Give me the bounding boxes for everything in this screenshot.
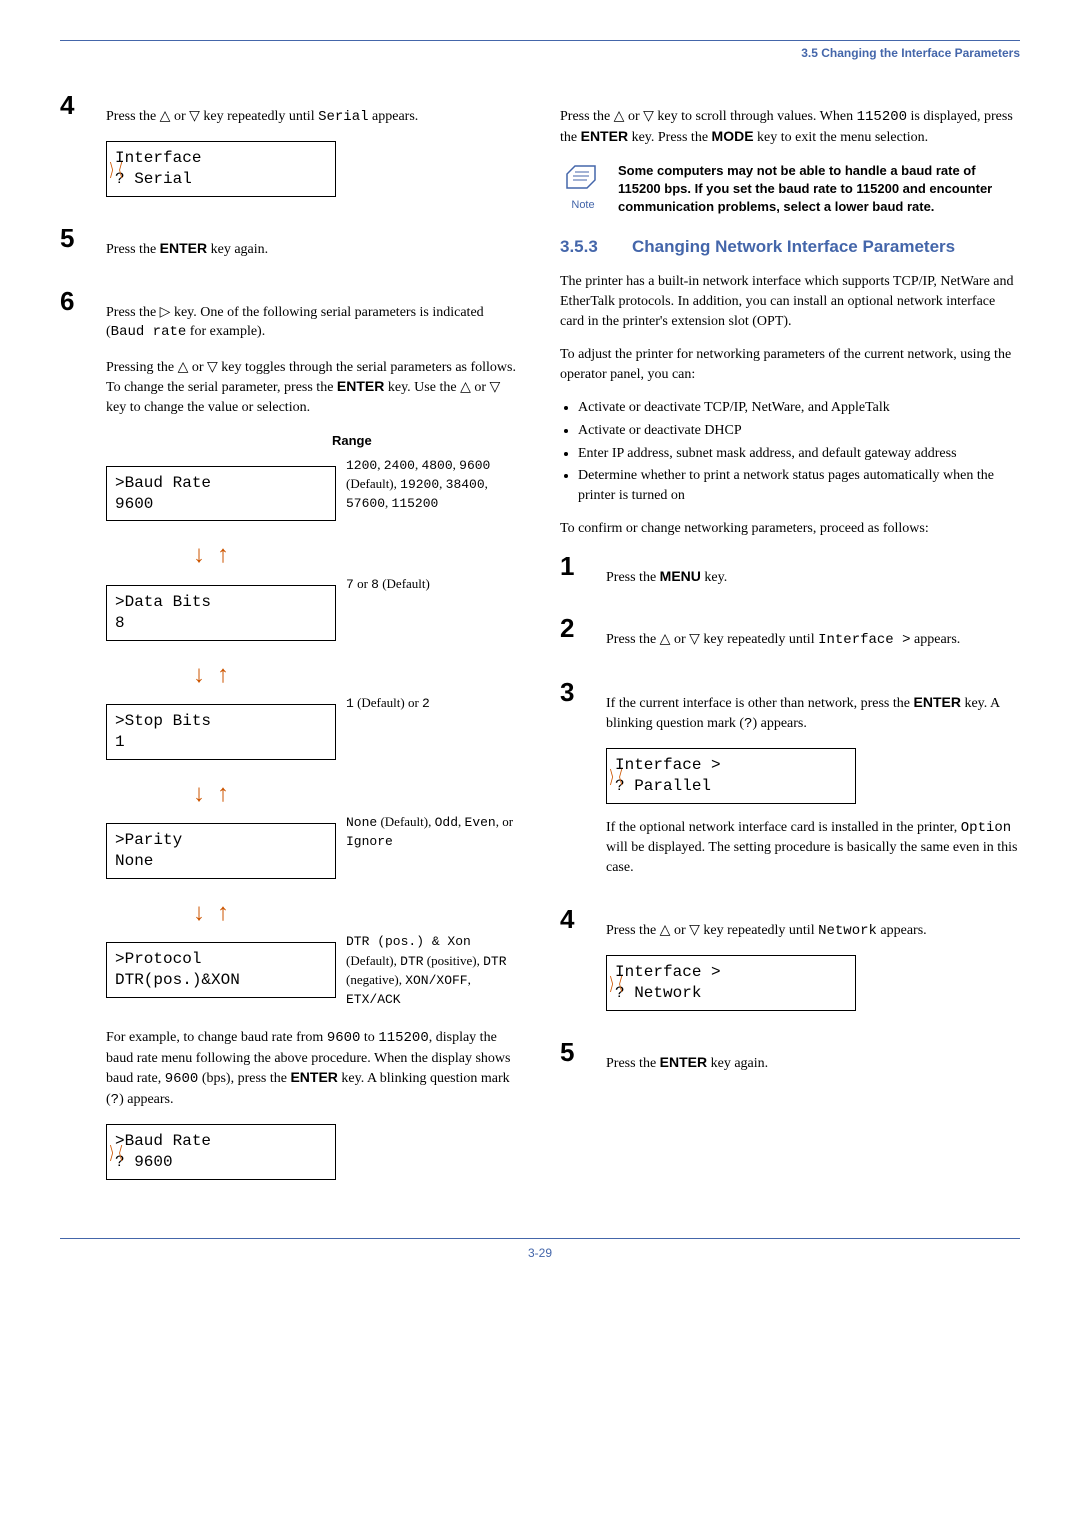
arrows-icon: ↓↑: [106, 659, 316, 693]
r-step3-para2: If the optional network interface card i…: [606, 818, 1020, 878]
arrows-icon: ↓↑: [106, 897, 316, 931]
range-stopbits: 1 (Default) or 2: [346, 694, 520, 713]
running-header: 3.5 Changing the Interface Parameters: [60, 45, 1020, 62]
step-number-5: 5: [560, 1039, 588, 1088]
right-para3: To adjust the printer for networking par…: [560, 345, 1020, 384]
right-para4: To confirm or change networking paramete…: [560, 519, 1020, 539]
baud-example-para: For example, to change baud rate from 96…: [106, 1028, 520, 1110]
right-triangle-icon: ▷: [160, 303, 171, 319]
note-label: Note: [571, 199, 594, 211]
lcd-interface-parallel: Interface > ? Parallel: [606, 748, 856, 804]
lcd-baud-blink: >Baud Rate ? 9600: [106, 1124, 336, 1180]
step-number-1: 1: [560, 553, 588, 602]
lcd-baud-rate: >Baud Rate 9600: [106, 466, 336, 522]
step6-text: Press the ▷ key. One of the following se…: [106, 302, 520, 343]
step-number-3: 3: [560, 679, 588, 892]
step-number-6: 6: [60, 288, 88, 1194]
note-text: Some computers may not be able to handle…: [618, 162, 1020, 217]
list-item: Activate or deactivate TCP/IP, NetWare, …: [578, 398, 1020, 418]
note-box: Note Some computers may not be able to h…: [560, 162, 1020, 217]
blink-icon: [610, 771, 622, 786]
step5-text: Press the ENTER key again.: [106, 239, 520, 260]
step-number-5: 5: [60, 225, 88, 274]
bullet-list: Activate or deactivate TCP/IP, NetWare, …: [578, 398, 1020, 505]
step6-para2: Pressing the △ or ▽ key toggles through …: [106, 357, 520, 418]
step-number-4: 4: [60, 92, 88, 211]
right-para1: Press the △ or ▽ key to scroll through v…: [560, 106, 1020, 148]
lcd-protocol: >Protocol DTR(pos.)&XON: [106, 942, 336, 998]
blink-icon: [110, 1147, 122, 1162]
r-step4-text: Press the △ or ▽ key repeatedly until Ne…: [606, 920, 1020, 942]
lcd-line1: Interface: [115, 148, 325, 169]
right-para2: The printer has a built-in network inter…: [560, 272, 1020, 331]
list-item: Enter IP address, subnet mask address, a…: [578, 444, 1020, 464]
blink-icon: [610, 978, 622, 993]
arrows-icon: ↓↑: [106, 778, 316, 812]
step-number-4: 4: [560, 906, 588, 1025]
lcd-interface-network: Interface > ? Network: [606, 955, 856, 1011]
note-icon: [563, 162, 603, 196]
left-column: 4 Press the △ or ▽ key repeatedly until …: [60, 92, 520, 1208]
range-protocol: DTR (pos.) & Xon (Default), DTR (positiv…: [346, 932, 520, 1009]
r-step3-text: If the current interface is other than n…: [606, 693, 1020, 734]
r-step5-text: Press the ENTER key again.: [606, 1053, 1020, 1074]
lcd-line2: ? Serial: [115, 169, 325, 190]
r-step2-text: Press the △ or ▽ key repeatedly until In…: [606, 629, 1020, 651]
range-header: Range: [332, 432, 520, 450]
blink-icon: [110, 164, 122, 179]
section-heading: 3.5.3 Changing Network Interface Paramet…: [560, 235, 1020, 259]
range-baud: 1200, 2400, 4800, 9600 (Default), 19200,…: [346, 456, 520, 514]
list-item: Determine whether to print a network sta…: [578, 466, 1020, 505]
lcd-data-bits: >Data Bits 8: [106, 585, 336, 641]
range-databits: 7 or 8 (Default): [346, 575, 520, 594]
lcd-parity: >Parity None: [106, 823, 336, 879]
step4-text: Press the △ or ▽ key repeatedly until Se…: [106, 106, 520, 128]
r-step1-text: Press the MENU key.: [606, 567, 1020, 588]
header-rule: [60, 40, 1020, 41]
step-number-2: 2: [560, 615, 588, 665]
list-item: Activate or deactivate DHCP: [578, 421, 1020, 441]
lcd-stop-bits: >Stop Bits 1: [106, 704, 336, 760]
up-triangle-icon: △: [160, 107, 171, 123]
page-footer: 3-29: [60, 1238, 1020, 1262]
lcd-display: Interface ? Serial: [106, 141, 336, 197]
range-parity: None (Default), Odd, Even, or Ignore: [346, 813, 520, 851]
arrows-icon: ↓↑: [106, 539, 316, 573]
down-triangle-icon: ▽: [189, 107, 200, 123]
right-column: Press the △ or ▽ key to scroll through v…: [560, 92, 1020, 1208]
